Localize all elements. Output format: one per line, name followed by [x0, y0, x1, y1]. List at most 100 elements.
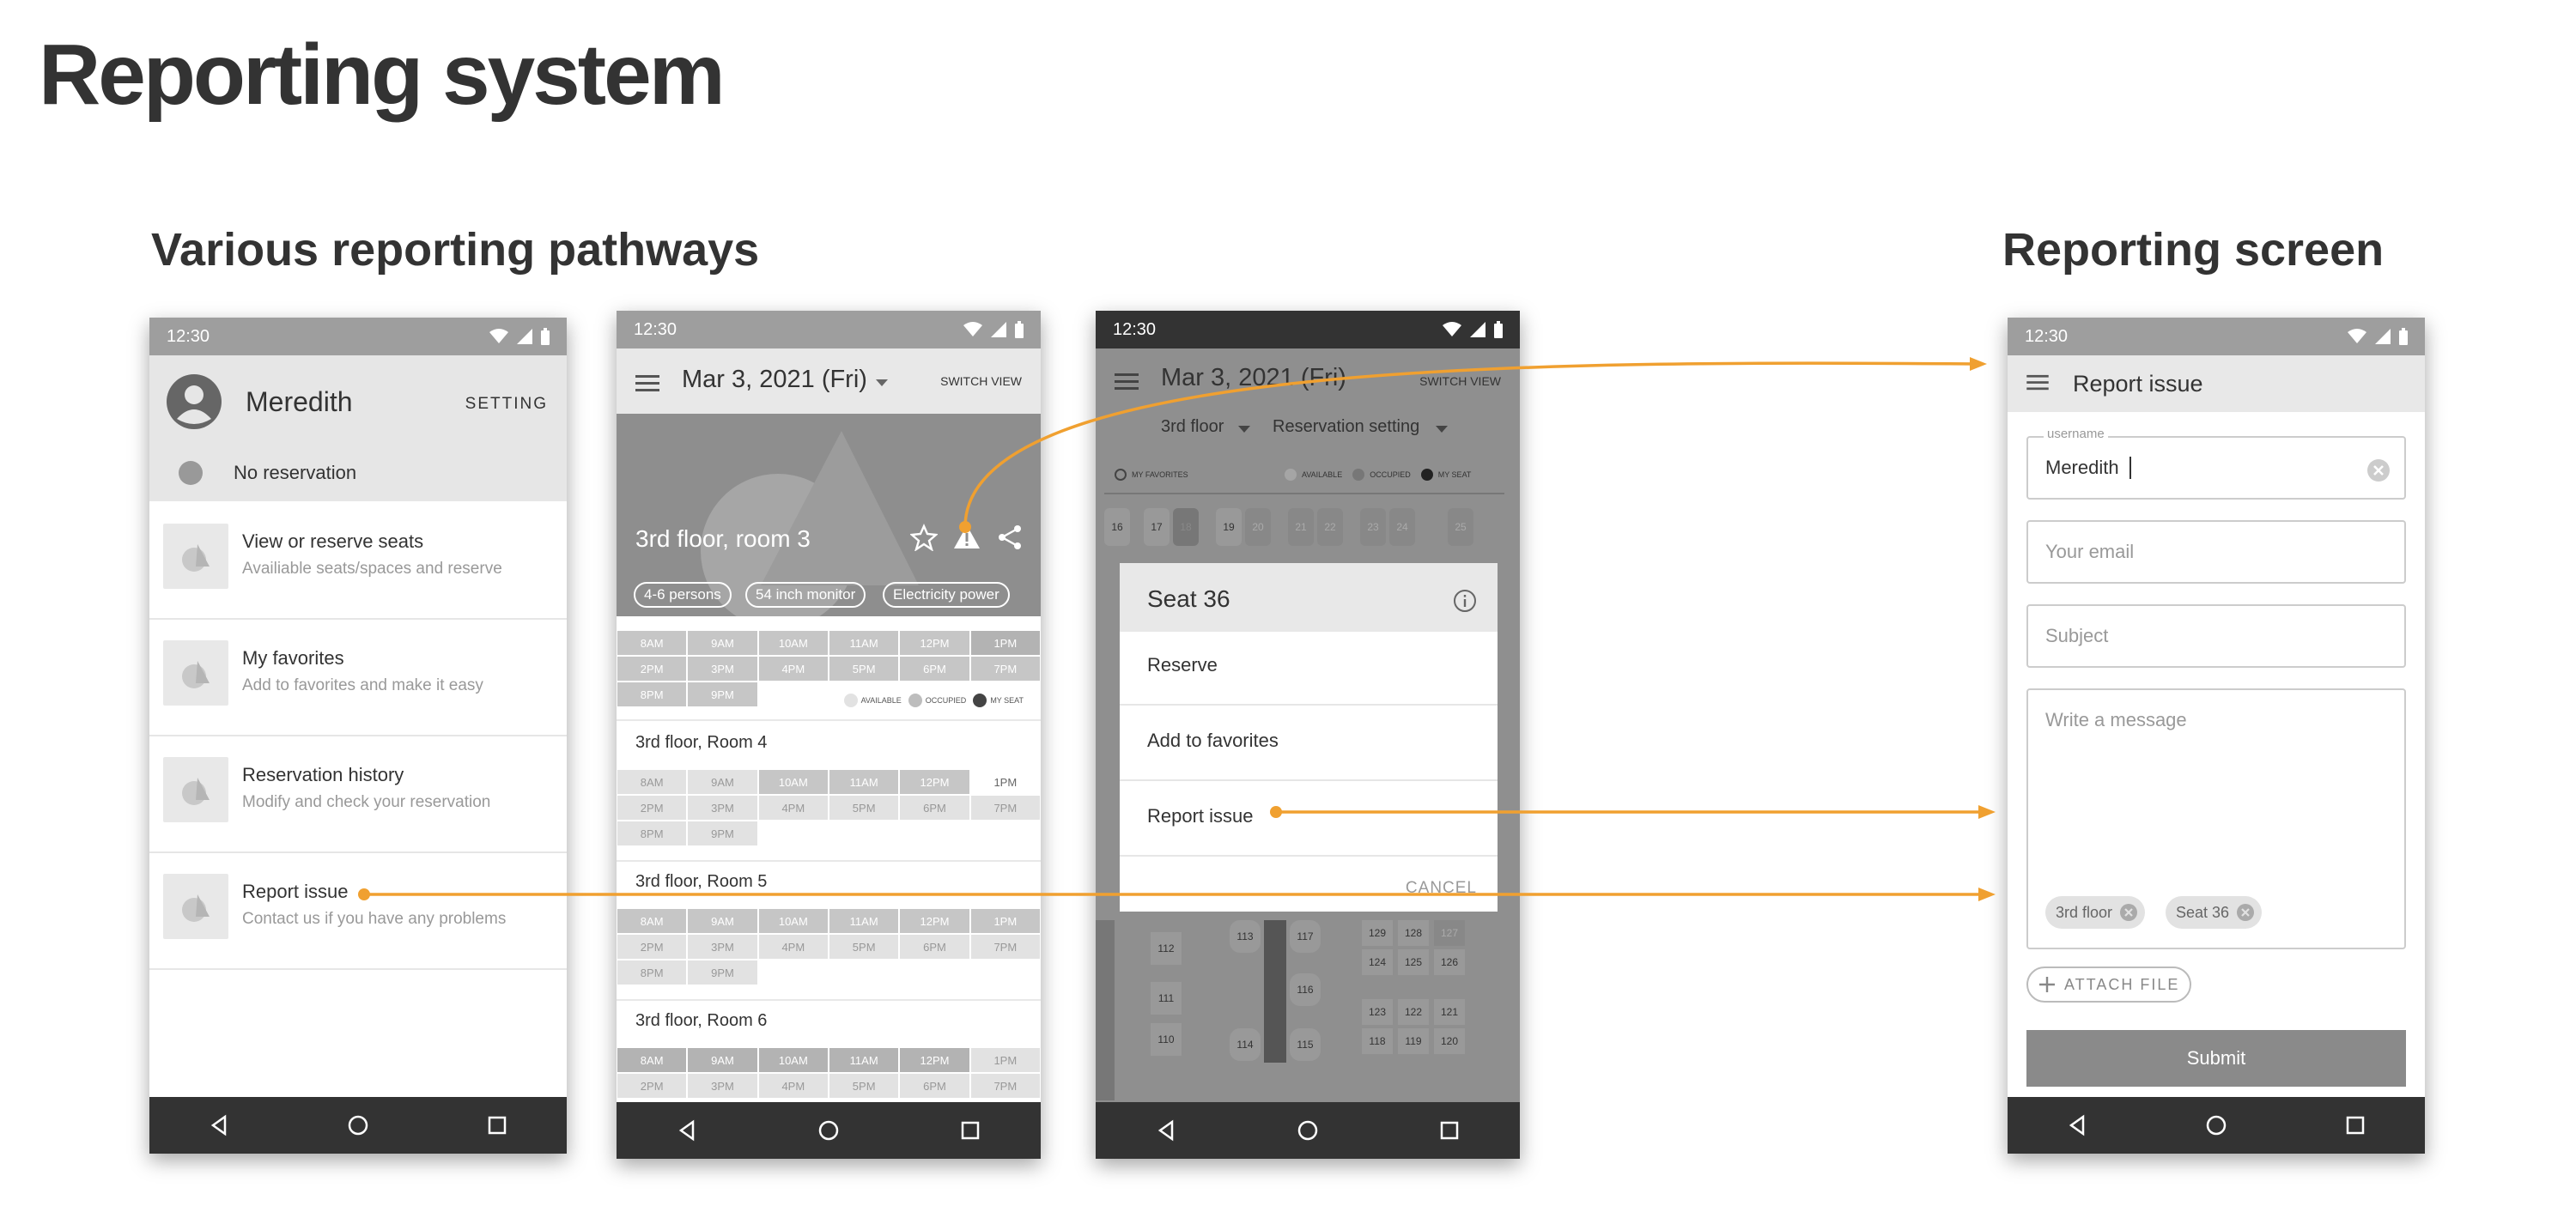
- time-slot[interactable]: 9AM: [687, 1047, 758, 1073]
- time-slot[interactable]: 11AM: [829, 630, 900, 656]
- time-slot[interactable]: 3PM: [687, 934, 758, 960]
- seat[interactable]: 24: [1389, 508, 1415, 546]
- time-slot[interactable]: 4PM: [757, 934, 829, 960]
- back-icon[interactable]: [2066, 1114, 2088, 1136]
- seat[interactable]: 112: [1151, 932, 1182, 965]
- info-icon[interactable]: [1453, 589, 1477, 613]
- time-slot[interactable]: 9AM: [687, 630, 758, 656]
- star-icon[interactable]: [910, 524, 938, 551]
- time-slot[interactable]: 12PM: [899, 769, 970, 795]
- cancel-button[interactable]: CANCEL: [1406, 879, 1477, 898]
- time-slot[interactable]: 1PM: [969, 908, 1041, 934]
- time-slot[interactable]: 7PM: [969, 934, 1041, 960]
- time-slot[interactable]: 2PM: [617, 656, 688, 682]
- back-icon[interactable]: [1155, 1119, 1177, 1142]
- time-slot[interactable]: 3PM: [687, 656, 758, 682]
- menu-item-view-seats[interactable]: View or reserve seats Availiable seats/s…: [149, 501, 567, 620]
- switch-view-button[interactable]: SWITCH VIEW: [940, 374, 1022, 388]
- seat[interactable]: 124: [1362, 949, 1393, 975]
- seat[interactable]: 126: [1434, 949, 1465, 975]
- menu-icon[interactable]: [635, 374, 659, 393]
- switch-view-button[interactable]: SWITCH VIEW: [1419, 374, 1501, 388]
- home-icon[interactable]: [2205, 1114, 2227, 1136]
- warning-icon[interactable]: [953, 524, 981, 551]
- time-slot[interactable]: 2PM: [617, 795, 688, 821]
- time-slot[interactable]: 9PM: [687, 682, 758, 707]
- back-icon[interactable]: [676, 1119, 698, 1142]
- seat[interactable]: 113: [1230, 920, 1261, 953]
- time-slot[interactable]: 5PM: [829, 1073, 900, 1099]
- time-slot[interactable]: 11AM: [829, 908, 900, 934]
- seat[interactable]: 16: [1104, 508, 1130, 546]
- seat[interactable]: 111: [1151, 982, 1182, 1015]
- seat[interactable]: 19: [1216, 508, 1242, 546]
- home-icon[interactable]: [1297, 1119, 1319, 1142]
- seat[interactable]: 123: [1362, 999, 1393, 1025]
- time-slot[interactable]: 10AM: [757, 769, 829, 795]
- menu-icon[interactable]: [1115, 373, 1139, 391]
- seat[interactable]: 21: [1288, 508, 1314, 546]
- seat[interactable]: 121: [1434, 999, 1465, 1025]
- seat[interactable]: 129: [1362, 920, 1393, 946]
- time-slot[interactable]: 9PM: [687, 960, 758, 985]
- time-slot[interactable]: 5PM: [829, 795, 900, 821]
- seat[interactable]: 122: [1398, 999, 1429, 1025]
- seat[interactable]: 20: [1245, 508, 1271, 546]
- time-slot[interactable]: 7PM: [969, 656, 1041, 682]
- time-slot[interactable]: 7PM: [969, 1073, 1041, 1099]
- menu-item-reservation-history[interactable]: Reservation history Modify and check you…: [149, 735, 567, 853]
- time-slot[interactable]: 9PM: [687, 821, 758, 846]
- setting-button[interactable]: SETTING: [465, 395, 548, 414]
- time-slot[interactable]: 6PM: [899, 795, 970, 821]
- seat[interactable]: 23: [1360, 508, 1386, 546]
- time-slot[interactable]: 6PM: [899, 656, 970, 682]
- time-slot[interactable]: 12PM: [899, 1047, 970, 1073]
- avatar-icon[interactable]: [167, 374, 222, 429]
- recents-icon[interactable]: [2344, 1114, 2366, 1136]
- seat[interactable]: 128: [1398, 920, 1429, 946]
- seat[interactable]: 119: [1398, 1028, 1429, 1054]
- menu-item-favorites[interactable]: My favorites Add to favorites and make i…: [149, 618, 567, 736]
- date-selector[interactable]: Mar 3, 2021 (Fri): [1161, 364, 1346, 392]
- time-slot[interactable]: 5PM: [829, 656, 900, 682]
- report-issue-option[interactable]: Report issue: [1147, 805, 1254, 827]
- reservation-setting-dropdown[interactable]: Reservation setting: [1273, 417, 1419, 437]
- recents-icon[interactable]: [486, 1114, 508, 1136]
- username-field[interactable]: username Meredith: [2026, 427, 2406, 500]
- time-slot[interactable]: 9AM: [687, 769, 758, 795]
- time-slot[interactable]: 4PM: [757, 656, 829, 682]
- seat[interactable]: 114: [1230, 1028, 1261, 1061]
- seat[interactable]: 18: [1173, 508, 1199, 546]
- time-slot[interactable]: 8AM: [617, 1047, 688, 1073]
- time-slot[interactable]: 10AM: [757, 1047, 829, 1073]
- seat[interactable]: 120: [1434, 1028, 1465, 1054]
- seat[interactable]: 116: [1290, 973, 1321, 1006]
- email-field[interactable]: Your email: [2026, 520, 2406, 584]
- time-slot[interactable]: 3PM: [687, 795, 758, 821]
- seat[interactable]: 115: [1290, 1028, 1321, 1061]
- time-slot[interactable]: 3PM: [687, 1073, 758, 1099]
- submit-button[interactable]: Submit: [2026, 1030, 2406, 1087]
- time-slot[interactable]: 2PM: [617, 934, 688, 960]
- time-slot[interactable]: 8PM: [617, 821, 688, 846]
- seat[interactable]: 17: [1144, 508, 1170, 546]
- back-icon[interactable]: [208, 1114, 230, 1136]
- time-slot[interactable]: 8AM: [617, 769, 688, 795]
- floor-dropdown[interactable]: 3rd floor: [1161, 417, 1224, 437]
- time-slot[interactable]: 2PM: [617, 1073, 688, 1099]
- seat[interactable]: 125: [1398, 949, 1429, 975]
- chevron-down-icon[interactable]: [1238, 426, 1250, 433]
- subject-field[interactable]: Subject: [2026, 604, 2406, 668]
- time-slot[interactable]: 10AM: [757, 630, 829, 656]
- seat[interactable]: 118: [1362, 1028, 1393, 1054]
- time-slot[interactable]: 1PM: [969, 630, 1041, 656]
- remove-tag-icon[interactable]: [2119, 903, 2138, 922]
- time-slot[interactable]: 12PM: [899, 908, 970, 934]
- home-icon[interactable]: [347, 1114, 369, 1136]
- clear-icon[interactable]: [2366, 458, 2391, 482]
- add-favorites-option[interactable]: Add to favorites: [1147, 730, 1279, 752]
- remove-tag-icon[interactable]: [2236, 903, 2255, 922]
- time-slot[interactable]: 12PM: [899, 630, 970, 656]
- seat[interactable]: 22: [1317, 508, 1343, 546]
- time-slot[interactable]: 1PM: [969, 1047, 1041, 1073]
